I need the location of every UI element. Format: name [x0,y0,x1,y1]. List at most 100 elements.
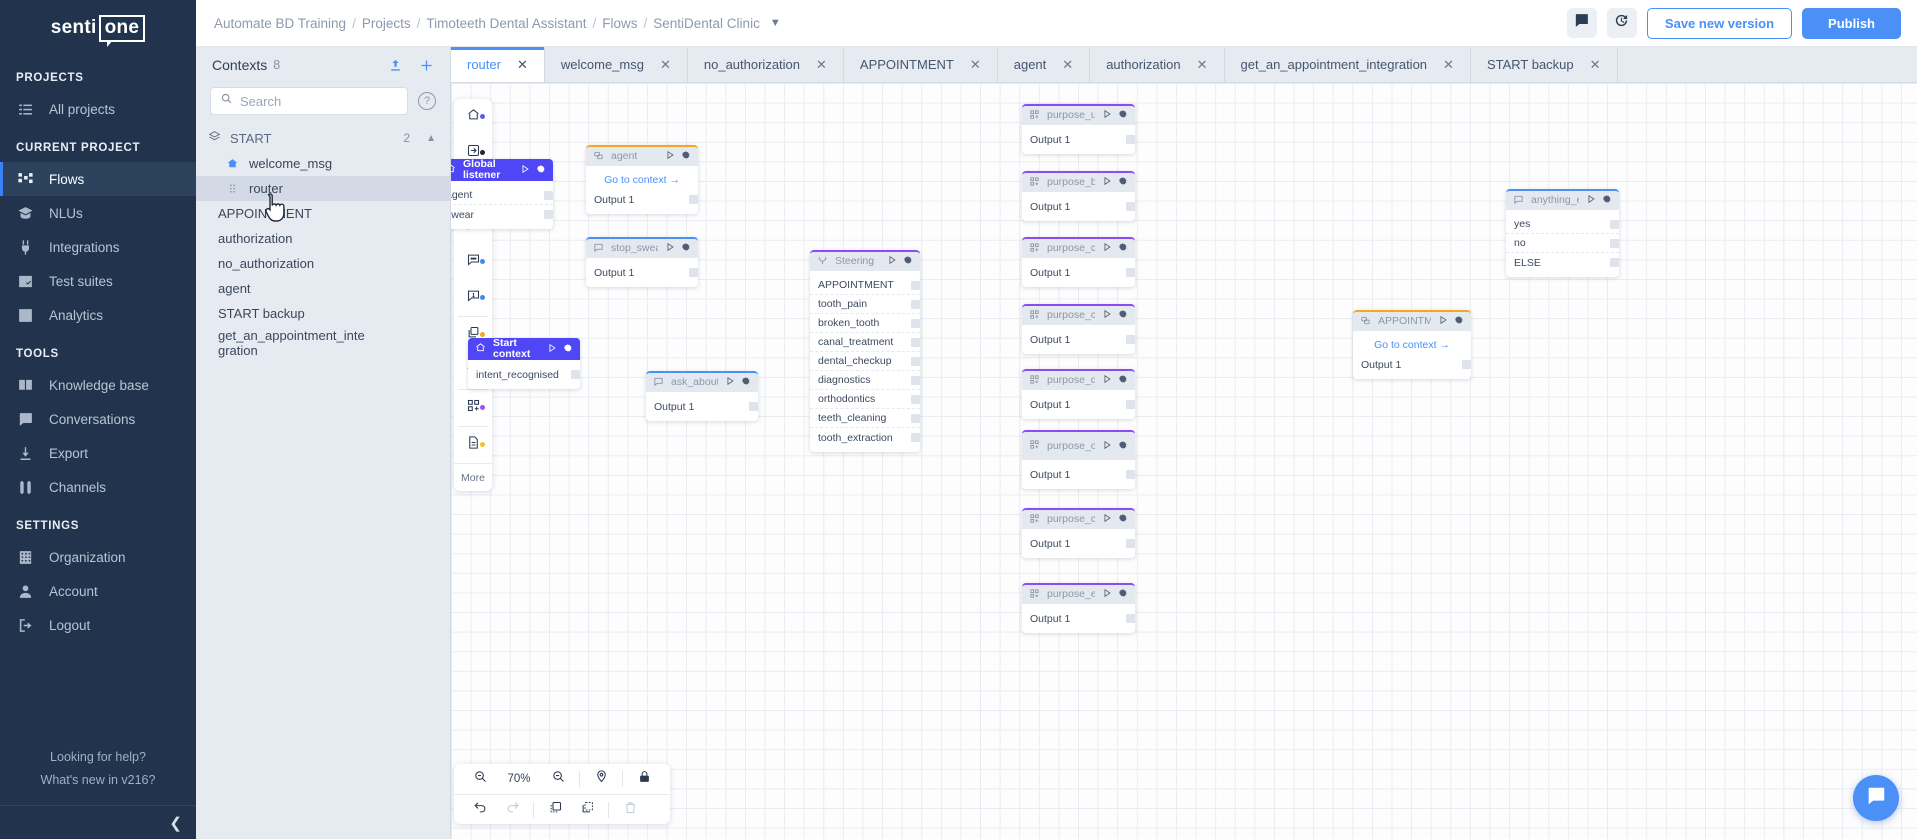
node-output-port[interactable] [1610,258,1619,267]
node-output-port[interactable] [1610,220,1619,229]
node-settings-icon[interactable] [1454,315,1464,328]
node-row[interactable]: agent [451,186,553,205]
node-run-icon[interactable] [547,343,557,356]
node-output-port[interactable] [1126,470,1135,479]
node-settings-icon[interactable] [1118,513,1128,526]
sidebar-item-conversations[interactable]: Conversations [0,402,196,436]
comment-button[interactable] [1566,8,1597,38]
sidebar-item-all-projects[interactable]: All projects [0,92,196,126]
breadcrumb-item[interactable]: Projects [362,16,411,31]
node-header[interactable]: APPOINTMENT [1353,310,1471,331]
select-all-button[interactable] [571,795,603,825]
breadcrumb-item[interactable]: Flows [602,16,637,31]
node-settings-icon[interactable] [1602,194,1612,207]
node-header[interactable]: purpose_urgent [1022,104,1135,125]
node-output-port[interactable] [689,195,698,204]
sidebar-item-logout[interactable]: Logout [0,608,196,642]
node-output-port[interactable] [911,319,920,328]
flow-node-start_context[interactable]: Start context intent_recognised [468,338,580,389]
node-header[interactable]: purpose_broken [1022,171,1135,192]
node-settings-icon[interactable] [1118,242,1128,255]
tool-message-alert[interactable] [454,280,492,316]
node-header[interactable]: Steering [810,250,920,271]
node-output-port[interactable] [1126,539,1135,548]
flow-node-ask_about_purpose[interactable]: ask_about_purpose Output 1 [646,371,758,421]
flow-node-anything_else[interactable]: anything_elseyes no ELSE [1506,189,1619,277]
node-row[interactable]: broken_tooth [810,314,920,333]
node-row[interactable]: Output 1 [1022,130,1135,149]
context-item-get_an_appointment_integration[interactable]: get_an_appointment_integration [196,326,450,360]
close-icon[interactable]: ✕ [660,57,671,73]
close-icon[interactable]: ✕ [816,57,827,73]
node-goto-context-link[interactable]: Go to context → [586,171,698,190]
node-row[interactable]: intent_recognised [468,365,580,384]
breadcrumb-item[interactable]: Timoteeth Dental Assistant [426,16,586,31]
flow-node-purpose_diagnostics[interactable]: purpose_diagnostics Output 1 [1022,369,1135,419]
flow-node-purpose_urgent[interactable]: purpose_urgent Output 1 [1022,104,1135,154]
node-settings-icon[interactable] [1118,309,1128,322]
node-row[interactable]: no [1506,234,1619,253]
sidebar-item-analytics[interactable]: Analytics [0,298,196,332]
node-settings-icon[interactable] [681,150,691,163]
whats-new-link[interactable]: What's new in v216? [0,770,196,790]
close-icon[interactable]: ✕ [517,57,528,73]
node-output-port[interactable] [1126,202,1135,211]
node-row[interactable]: tooth_extraction [810,428,920,447]
close-icon[interactable]: ✕ [1590,57,1601,73]
tab-agent[interactable]: agent ✕ [998,47,1091,82]
context-item-authorization[interactable]: authorization [196,226,450,251]
close-icon[interactable]: ✕ [1197,57,1208,73]
sidebar-item-organization[interactable]: Organization [0,540,196,574]
node-header[interactable]: ask_about_purpose [646,371,758,392]
node-row[interactable]: teeth_cleaning [810,409,920,428]
context-item-router[interactable]: router [196,176,450,201]
sidebar-item-nlus[interactable]: NLUs [0,196,196,230]
node-run-icon[interactable] [1438,315,1448,328]
sidebar-item-test-suites[interactable]: Test suites [0,264,196,298]
node-output-port[interactable] [911,395,920,404]
node-settings-icon[interactable] [1118,440,1128,453]
node-row[interactable]: Output 1 [1022,263,1135,282]
context-item-welcome_msg[interactable]: welcome_msg [196,151,450,176]
flow-canvas[interactable]: More Global listener agent swear agent Go to… [451,83,1917,839]
node-output-port[interactable] [911,357,920,366]
context-item-agent[interactable]: agent [196,276,450,301]
chevron-up-icon[interactable]: ▲ [426,133,436,144]
sidebar-item-knowledge-base[interactable]: Knowledge base [0,368,196,402]
looking-for-help-link[interactable]: Looking for help? [0,747,196,767]
node-run-icon[interactable] [665,150,675,163]
node-run-icon[interactable] [1102,513,1112,526]
tab-APPOINTMENT[interactable]: APPOINTMENT ✕ [844,47,998,82]
node-output-port[interactable] [911,376,920,385]
node-row[interactable]: yes [1506,215,1619,234]
tool-grid-plus[interactable] [454,390,492,426]
tab-welcome_msg[interactable]: welcome_msg ✕ [545,47,688,82]
flow-node-purpose_broken[interactable]: purpose_broken Output 1 [1022,171,1135,221]
app-logo[interactable]: senti one [0,0,196,56]
tab-START-backup[interactable]: START backup ✕ [1471,47,1618,82]
node-run-icon[interactable] [1586,194,1596,207]
tool-home[interactable] [454,99,492,135]
node-output-port[interactable] [749,402,758,411]
node-settings-icon[interactable] [1118,374,1128,387]
node-run-icon[interactable] [1102,374,1112,387]
node-row[interactable]: diagnostics [810,371,920,390]
node-row[interactable]: ELSE [1506,253,1619,272]
sidebar-collapse-button[interactable]: ❮ [0,805,196,839]
context-item-START-backup[interactable]: START backup [196,301,450,326]
node-header[interactable]: purpose_canal [1022,237,1135,258]
node-settings-icon[interactable] [1118,109,1128,122]
node-output-port[interactable] [1610,239,1619,248]
sidebar-item-export[interactable]: Export [0,436,196,470]
chat-support-button[interactable] [1853,775,1899,821]
tool-more-button[interactable]: More [454,463,492,491]
locate-button[interactable] [585,764,617,794]
context-item-no_authorization[interactable]: no_authorization [196,251,450,276]
node-run-icon[interactable] [1102,588,1112,601]
node-settings-icon[interactable] [536,164,546,177]
context-group-start[interactable]: START 2 ▲ [196,125,450,151]
breadcrumb-item[interactable]: SentiDental Clinic [653,16,760,31]
publish-button[interactable]: Publish [1802,7,1901,39]
node-output-port[interactable] [911,414,920,423]
zoom-out-button[interactable] [464,764,496,794]
